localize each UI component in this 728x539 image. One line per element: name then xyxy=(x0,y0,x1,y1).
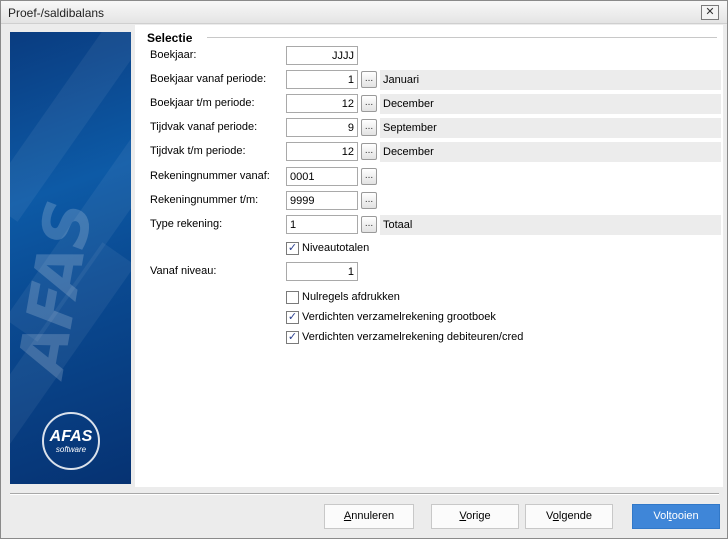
type-description: Totaal xyxy=(380,215,721,235)
title-bar: Proef-/saldibalans ✕ xyxy=(1,1,727,24)
lookup-button[interactable]: ... xyxy=(361,143,377,160)
nulregels-label: Nulregels afdrukken xyxy=(302,291,400,303)
cancel-label-post: nnuleren xyxy=(351,510,395,522)
lookup-button[interactable]: ... xyxy=(361,192,377,209)
rekeningnummer-vanaf-input[interactable]: 0001 xyxy=(286,167,358,186)
niveautotalen-label: Niveautotalen xyxy=(302,242,370,254)
verdichten-grootboek-checkbox[interactable]: ✓ xyxy=(286,311,299,324)
verdichten-grootboek-label: Verdichten verzamelrekening grootboek xyxy=(302,311,496,323)
rekeningnummer-tm-input[interactable]: 9999 xyxy=(286,191,358,210)
boekjaar-vanaf-periode-input[interactable]: 1 xyxy=(286,70,358,89)
check-icon: ✓ xyxy=(287,311,298,323)
type-rekening-input[interactable]: 1 xyxy=(286,215,358,234)
afas-banner: AFAS AFAS software xyxy=(10,32,131,484)
tijdvak-tm-periode-input[interactable]: 12 xyxy=(286,142,358,161)
close-icon: ✕ xyxy=(705,6,715,18)
boekjaar-input[interactable]: JJJJ xyxy=(286,46,358,65)
lookup-button[interactable]: ... xyxy=(361,119,377,136)
field-label-rekeningnummer-vanaf: Rekeningnummer vanaf: xyxy=(150,170,270,182)
field-label-rekeningnummer-tm: Rekeningnummer t/m: xyxy=(150,194,259,206)
banner-brand-text: AFAS xyxy=(10,197,108,381)
section-title: Selectie xyxy=(147,31,193,45)
previous-label-post: orige xyxy=(466,510,491,522)
finish-label-post: ooien xyxy=(671,510,699,522)
finish-label-pre: Vol xyxy=(653,510,669,522)
boekjaar-tm-periode-input[interactable]: 12 xyxy=(286,94,358,113)
check-icon: ✓ xyxy=(287,331,298,343)
niveautotalen-checkbox[interactable]: ✓ xyxy=(286,242,299,255)
vanaf-niveau-input[interactable]: 1 xyxy=(286,262,358,281)
logo-subtext: software xyxy=(55,445,87,454)
previous-button[interactable]: Vorige xyxy=(431,504,519,529)
field-label-tijdvak-vanaf-periode: Tijdvak vanaf periode: xyxy=(150,121,258,133)
tijdvak-vanaf-periode-input[interactable]: 9 xyxy=(286,118,358,137)
field-label-type-rekening: Type rekening: xyxy=(150,218,223,230)
period-description: December xyxy=(380,142,721,162)
lookup-button[interactable]: ... xyxy=(361,168,377,185)
next-label-pre: V xyxy=(546,510,553,522)
nulregels-checkbox[interactable] xyxy=(286,291,299,304)
period-description: Januari xyxy=(380,70,721,90)
lookup-button[interactable]: ... xyxy=(361,95,377,112)
verdichten-debiteuren-checkbox[interactable]: ✓ xyxy=(286,331,299,344)
next-button[interactable]: Volgende xyxy=(525,504,613,529)
cancel-button[interactable]: Annuleren xyxy=(324,504,414,529)
field-label-boekjaar: Boekjaar: xyxy=(150,49,197,61)
afas-logo: AFAS software xyxy=(42,412,100,470)
close-button[interactable]: ✕ xyxy=(701,5,719,20)
footer-divider xyxy=(10,493,719,495)
lookup-button[interactable]: ... xyxy=(361,71,377,88)
verdichten-debiteuren-label: Verdichten verzamelrekening debiteuren/c… xyxy=(302,331,524,343)
dialog-window: Proef-/saldibalans ✕ AFAS AFAS software … xyxy=(0,0,728,539)
field-label-vanaf-niveau: Vanaf niveau: xyxy=(150,265,217,277)
period-description: December xyxy=(380,94,721,114)
section-divider xyxy=(207,37,717,38)
logo-text: AFAS xyxy=(49,428,93,445)
field-label-boekjaar-tm-periode: Boekjaar t/m periode: xyxy=(150,97,255,109)
selection-panel: Selectie Boekjaar: JJJJ Boekjaar vanaf p… xyxy=(135,25,723,487)
next-label-post: lgende xyxy=(558,510,592,522)
check-icon: ✓ xyxy=(287,242,298,254)
lookup-button[interactable]: ... xyxy=(361,216,377,233)
period-description: September xyxy=(380,118,721,138)
finish-button[interactable]: Voltooien xyxy=(632,504,720,529)
window-title: Proef-/saldibalans xyxy=(8,6,105,20)
field-label-tijdvak-tm-periode: Tijdvak t/m periode: xyxy=(150,145,246,157)
field-label-boekjaar-vanaf-periode: Boekjaar vanaf periode: xyxy=(150,73,267,85)
